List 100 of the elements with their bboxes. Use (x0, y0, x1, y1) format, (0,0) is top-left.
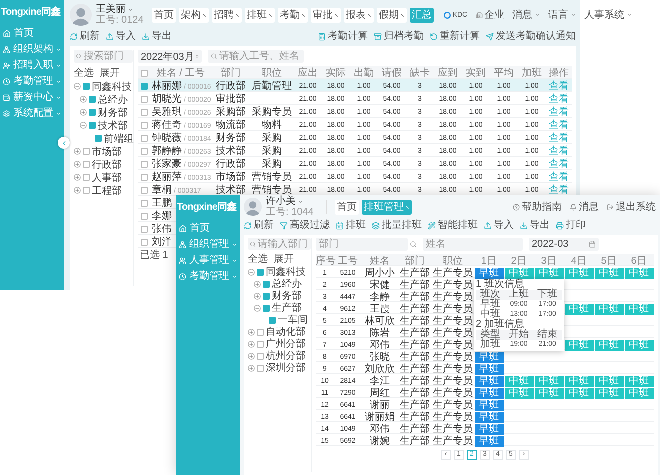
tree-action[interactable]: 全选 (248, 252, 268, 266)
search-field[interactable]: 请输入工号、姓名 (208, 50, 304, 63)
tab[interactable]: 假期 (376, 8, 407, 22)
expand-icon[interactable] (248, 364, 255, 372)
search-field[interactable]: 部门 (316, 238, 408, 251)
tree-action[interactable]: 全选 (74, 66, 94, 80)
date-field[interactable]: 2022年03月 (138, 50, 202, 63)
shift-cell[interactable]: 早班 (474, 376, 504, 386)
tree-item[interactable]: 行政部 (92, 158, 122, 172)
expand-icon[interactable] (248, 352, 255, 360)
checkbox[interactable] (257, 268, 264, 276)
toolbar-button[interactable]: 刷新 (244, 220, 274, 232)
expand-icon[interactable] (254, 292, 261, 300)
checkbox[interactable] (257, 340, 264, 348)
shift-cell[interactable]: 早班 (474, 424, 504, 434)
checkbox[interactable] (257, 352, 264, 360)
checkbox[interactable] (257, 328, 264, 336)
toolbar-button[interactable]: 导入 (484, 220, 514, 232)
expand-icon[interactable] (74, 187, 81, 194)
checkbox[interactable] (263, 280, 270, 288)
collapse-button[interactable] (58, 137, 70, 149)
collapse-icon[interactable] (248, 268, 255, 276)
expand-icon[interactable] (80, 109, 87, 116)
tree-item[interactable]: 广州分部 (266, 337, 306, 351)
collapse-icon[interactable] (74, 83, 81, 90)
checkbox[interactable] (83, 83, 90, 90)
checkbox[interactable] (83, 161, 90, 168)
tab[interactable]: 首页 (334, 200, 359, 214)
expand-icon[interactable] (254, 280, 261, 288)
tree-item[interactable]: 前端组 (104, 132, 134, 146)
checkbox[interactable] (140, 160, 148, 168)
shift-cell[interactable]: 早班 (474, 268, 504, 278)
toolbar-button[interactable]: 高级过滤 (280, 220, 330, 232)
header-link[interactable]: 退出系统 (605, 200, 658, 214)
checkbox[interactable] (140, 96, 148, 102)
shift-cell[interactable]: 早班 (474, 388, 504, 398)
checkbox[interactable] (140, 82, 148, 90)
tab[interactable]: 考勤 (278, 8, 308, 22)
collapse-icon[interactable] (80, 122, 87, 129)
tree-item[interactable]: 总经办 (272, 277, 302, 291)
checkbox[interactable] (83, 148, 90, 155)
checkbox[interactable] (269, 316, 276, 324)
collapse-icon[interactable] (254, 304, 261, 312)
checkbox[interactable] (95, 135, 102, 142)
expand-icon[interactable] (74, 161, 81, 168)
expand-icon[interactable] (248, 340, 255, 348)
tab[interactable]: 架构 (178, 8, 209, 22)
header-menu[interactable]: 语言 (546, 8, 579, 22)
checkbox[interactable] (140, 200, 148, 206)
shift-cell[interactable]: 早班 (474, 400, 504, 410)
tree-item[interactable]: 财务部 (98, 106, 128, 120)
shift-cell[interactable]: 早班 (474, 412, 504, 422)
tree-action[interactable]: 展开 (100, 66, 120, 80)
header-link[interactable]: 企业 (474, 8, 507, 22)
tree-item[interactable]: 自动化部 (266, 325, 306, 339)
checkbox[interactable] (89, 122, 96, 129)
tree-item[interactable]: 总经办 (98, 92, 128, 106)
tree-item[interactable]: 同鑫科技 (266, 265, 306, 279)
tree-item[interactable]: 技术部 (98, 118, 128, 132)
header-link[interactable]: 帮助指南 (511, 200, 564, 214)
expand-icon[interactable] (74, 174, 81, 181)
tree-item[interactable]: 财务部 (272, 289, 302, 303)
toolbar-button[interactable]: 导入 (106, 31, 136, 43)
header-menu[interactable]: 消息 (510, 8, 543, 22)
toolbar-button[interactable]: 导出 (142, 31, 172, 43)
shift-cell[interactable]: 早班 (474, 436, 504, 446)
toolbar-button[interactable]: 批量排班 (372, 220, 422, 232)
header-menu[interactable]: 人事系统 (582, 8, 635, 22)
date-field[interactable]: 2022-03 (529, 238, 599, 251)
checkbox[interactable] (140, 122, 148, 128)
checkbox[interactable] (140, 212, 148, 220)
tree-item[interactable]: 一车间 (278, 313, 308, 327)
toolbar-button[interactable]: 发送考勤确认通知 (486, 31, 576, 43)
tree-item[interactable]: 人事部 (92, 170, 122, 184)
checkbox[interactable] (140, 134, 148, 142)
tab[interactable]: 首页 (152, 8, 176, 22)
toolbar-button[interactable]: 导出 (520, 220, 550, 232)
checkbox[interactable] (89, 109, 96, 116)
toolbar-button[interactable]: 刷新 (70, 31, 100, 43)
input-field[interactable]: 姓名 (423, 238, 523, 251)
expand-icon[interactable] (80, 96, 87, 103)
checkbox[interactable] (140, 70, 148, 76)
checkbox[interactable] (140, 238, 148, 246)
tab[interactable]: 排班 (244, 8, 275, 22)
checkbox[interactable] (140, 174, 148, 180)
tree-item[interactable]: 工程部 (92, 184, 122, 198)
toolbar-button[interactable]: 打印 (556, 220, 586, 232)
tree-item[interactable]: 同鑫科技 (92, 80, 132, 94)
checkbox[interactable] (83, 187, 90, 194)
toolbar-button[interactable]: 归档考勤 (374, 31, 424, 43)
toolbar-button[interactable]: 排班 (336, 220, 366, 232)
tab[interactable]: 招聘 (212, 8, 242, 22)
shift-cell[interactable]: 早班 (474, 352, 504, 362)
header-link[interactable]: 消息 (568, 200, 601, 214)
toolbar-button[interactable]: 重新计算 (430, 31, 480, 43)
checkbox[interactable] (140, 186, 148, 194)
checkbox[interactable] (257, 364, 264, 372)
toolbar-button[interactable]: 考勤计算 (318, 31, 368, 43)
shift-cell[interactable]: 早班 (474, 364, 504, 374)
checkbox[interactable] (83, 174, 90, 181)
